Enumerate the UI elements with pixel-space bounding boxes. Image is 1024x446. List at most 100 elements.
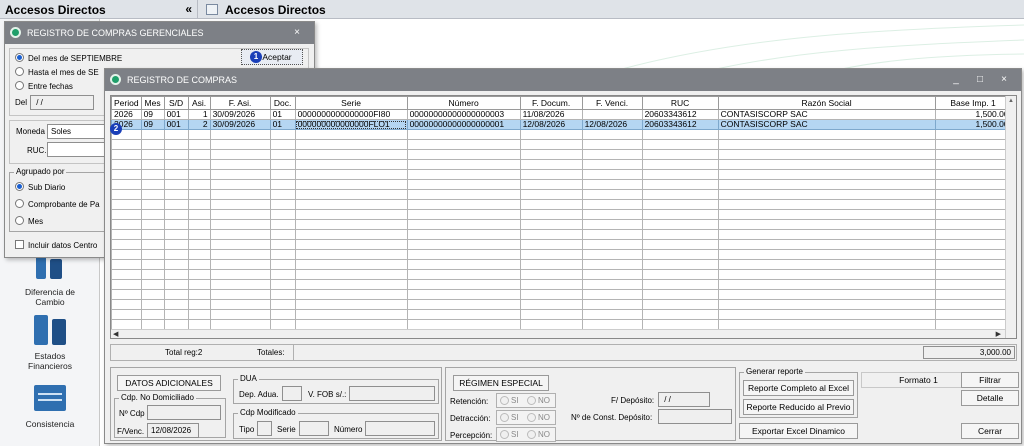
table-row-empty[interactable] xyxy=(111,289,1012,300)
column-header[interactable]: Period xyxy=(111,96,142,110)
table-row-empty[interactable] xyxy=(111,259,1012,270)
collapse-icon[interactable]: « xyxy=(185,2,192,16)
cell xyxy=(934,239,1012,250)
reporte-reducido-button[interactable]: Reporte Reducido al Previo xyxy=(743,399,854,415)
column-header[interactable]: RUC xyxy=(641,96,719,110)
table-row-empty[interactable] xyxy=(111,299,1012,310)
column-header[interactable]: Base Imp. 1 xyxy=(934,96,1012,110)
regimen-especial-button[interactable]: RÉGIMEN ESPECIAL xyxy=(453,375,549,391)
table-row-empty[interactable] xyxy=(111,149,1012,160)
horizontal-scrollbar[interactable]: ◀ ▶ xyxy=(111,329,1005,338)
tile-diferencia-cambio[interactable]: Diferencia de Cambio xyxy=(17,251,83,307)
table-row-empty[interactable] xyxy=(111,129,1012,140)
const-deposito-input[interactable] xyxy=(658,409,732,424)
table-row-empty[interactable] xyxy=(111,279,1012,290)
formato-select[interactable]: Formato 1 xyxy=(861,372,976,388)
cell xyxy=(519,159,583,170)
radio-sub-diario[interactable] xyxy=(15,182,24,191)
detalle-button[interactable]: Detalle xyxy=(961,390,1019,406)
compras-grid[interactable]: Period Mes S/D Asi. F. Asi. Doc. Serie N… xyxy=(110,95,1017,339)
cell xyxy=(163,309,189,320)
column-header[interactable]: F. Venci. xyxy=(581,96,643,110)
table-row-empty[interactable] xyxy=(111,169,1012,180)
percepcion-si-radio[interactable] xyxy=(500,430,509,439)
scroll-right-icon[interactable]: ▶ xyxy=(996,330,1001,338)
percepcion-no-radio[interactable] xyxy=(527,430,536,439)
column-header[interactable]: F. Docum. xyxy=(519,96,583,110)
n-cdp-input[interactable] xyxy=(147,405,221,420)
serie-input[interactable] xyxy=(299,421,329,436)
table-row-empty[interactable] xyxy=(111,179,1012,190)
cell xyxy=(519,229,583,240)
table-row-empty[interactable] xyxy=(111,219,1012,230)
retencion-no-radio[interactable] xyxy=(527,396,536,405)
del-date-input[interactable] xyxy=(30,95,94,110)
table-row-empty[interactable] xyxy=(111,249,1012,260)
f-deposito-input[interactable] xyxy=(658,392,710,407)
retencion-si-radio[interactable] xyxy=(500,396,509,405)
table-row-selected[interactable]: 2026 09 001 2 30/09/2026 01 000000000000… xyxy=(111,119,1012,130)
scroll-left-icon[interactable]: ◀ xyxy=(113,330,118,338)
radio-hasta-mes[interactable] xyxy=(15,67,24,76)
cerrar-button[interactable]: Cerrar xyxy=(961,423,1019,439)
numero-input[interactable] xyxy=(365,421,435,436)
exportar-excel-button[interactable]: Exportar Excel Dinamico xyxy=(739,423,858,439)
main-tab-title[interactable]: Accesos Directos xyxy=(225,3,326,17)
detraccion-si-radio[interactable] xyxy=(500,413,509,422)
minimize-icon[interactable]: _ xyxy=(945,69,967,91)
radio-mes[interactable] xyxy=(15,216,24,225)
cell xyxy=(406,139,521,150)
datos-adicionales-button[interactable]: DATOS ADICIONALES xyxy=(117,375,221,391)
tipo-input[interactable] xyxy=(257,421,272,436)
table-row-empty[interactable] xyxy=(111,159,1012,170)
cell xyxy=(111,209,142,220)
radio-entre-fechas[interactable] xyxy=(15,81,24,90)
tile-consistencia[interactable]: Consistencia xyxy=(17,383,83,429)
radio-del-mes[interactable] xyxy=(15,53,24,62)
ruc-input[interactable] xyxy=(47,142,107,157)
column-header[interactable]: S/D xyxy=(163,96,189,110)
step-badge-2: 2 xyxy=(110,123,122,135)
table-row-empty[interactable] xyxy=(111,239,1012,250)
vertical-scrollbar[interactable]: ▲ xyxy=(1005,96,1016,338)
cell xyxy=(406,229,521,240)
column-header[interactable]: Serie xyxy=(294,96,408,110)
detraccion-no-radio[interactable] xyxy=(527,413,536,422)
v-fob-input[interactable] xyxy=(349,386,435,401)
dep-adua-input[interactable] xyxy=(282,386,302,401)
f-venc-input[interactable] xyxy=(147,423,199,438)
column-header[interactable]: Asi. xyxy=(187,96,211,110)
column-header[interactable]: Número xyxy=(406,96,521,110)
radio-comprobante[interactable] xyxy=(15,199,24,208)
cell xyxy=(111,279,142,290)
column-header[interactable]: Mes xyxy=(140,96,165,110)
cell xyxy=(934,309,1012,320)
tile-estados-financieros[interactable]: Estados Financieros xyxy=(17,315,83,371)
cell xyxy=(519,149,583,160)
close-icon[interactable]: × xyxy=(286,22,308,44)
reporte-completo-button[interactable]: Reporte Completo al Excel xyxy=(743,380,854,396)
cell xyxy=(140,269,165,280)
column-header[interactable]: F. Asi. xyxy=(209,96,271,110)
scroll-up-icon[interactable]: ▲ xyxy=(1008,98,1014,104)
table-row[interactable]: 2026 09 001 1 30/09/2026 01 000000000000… xyxy=(111,109,1012,120)
cell xyxy=(187,239,211,250)
table-row-empty[interactable] xyxy=(111,209,1012,220)
moneda-select[interactable] xyxy=(47,124,107,139)
column-header[interactable]: Razón Social xyxy=(717,96,936,110)
filtrar-button[interactable]: Filtrar xyxy=(961,372,1019,388)
cell xyxy=(163,199,189,210)
close-icon[interactable]: × xyxy=(993,69,1015,91)
table-row-empty[interactable] xyxy=(111,189,1012,200)
table-row-empty[interactable] xyxy=(111,199,1012,210)
table-row-empty[interactable] xyxy=(111,269,1012,280)
table-row-empty[interactable] xyxy=(111,309,1012,320)
table-row-empty[interactable] xyxy=(111,229,1012,240)
maximize-icon[interactable]: □ xyxy=(969,69,991,91)
cell xyxy=(209,319,271,330)
column-header[interactable]: Doc. xyxy=(269,96,296,110)
table-row-empty[interactable] xyxy=(111,319,1012,330)
cell xyxy=(294,139,408,150)
table-row-empty[interactable] xyxy=(111,139,1012,150)
incluir-checkbox[interactable] xyxy=(15,240,24,249)
